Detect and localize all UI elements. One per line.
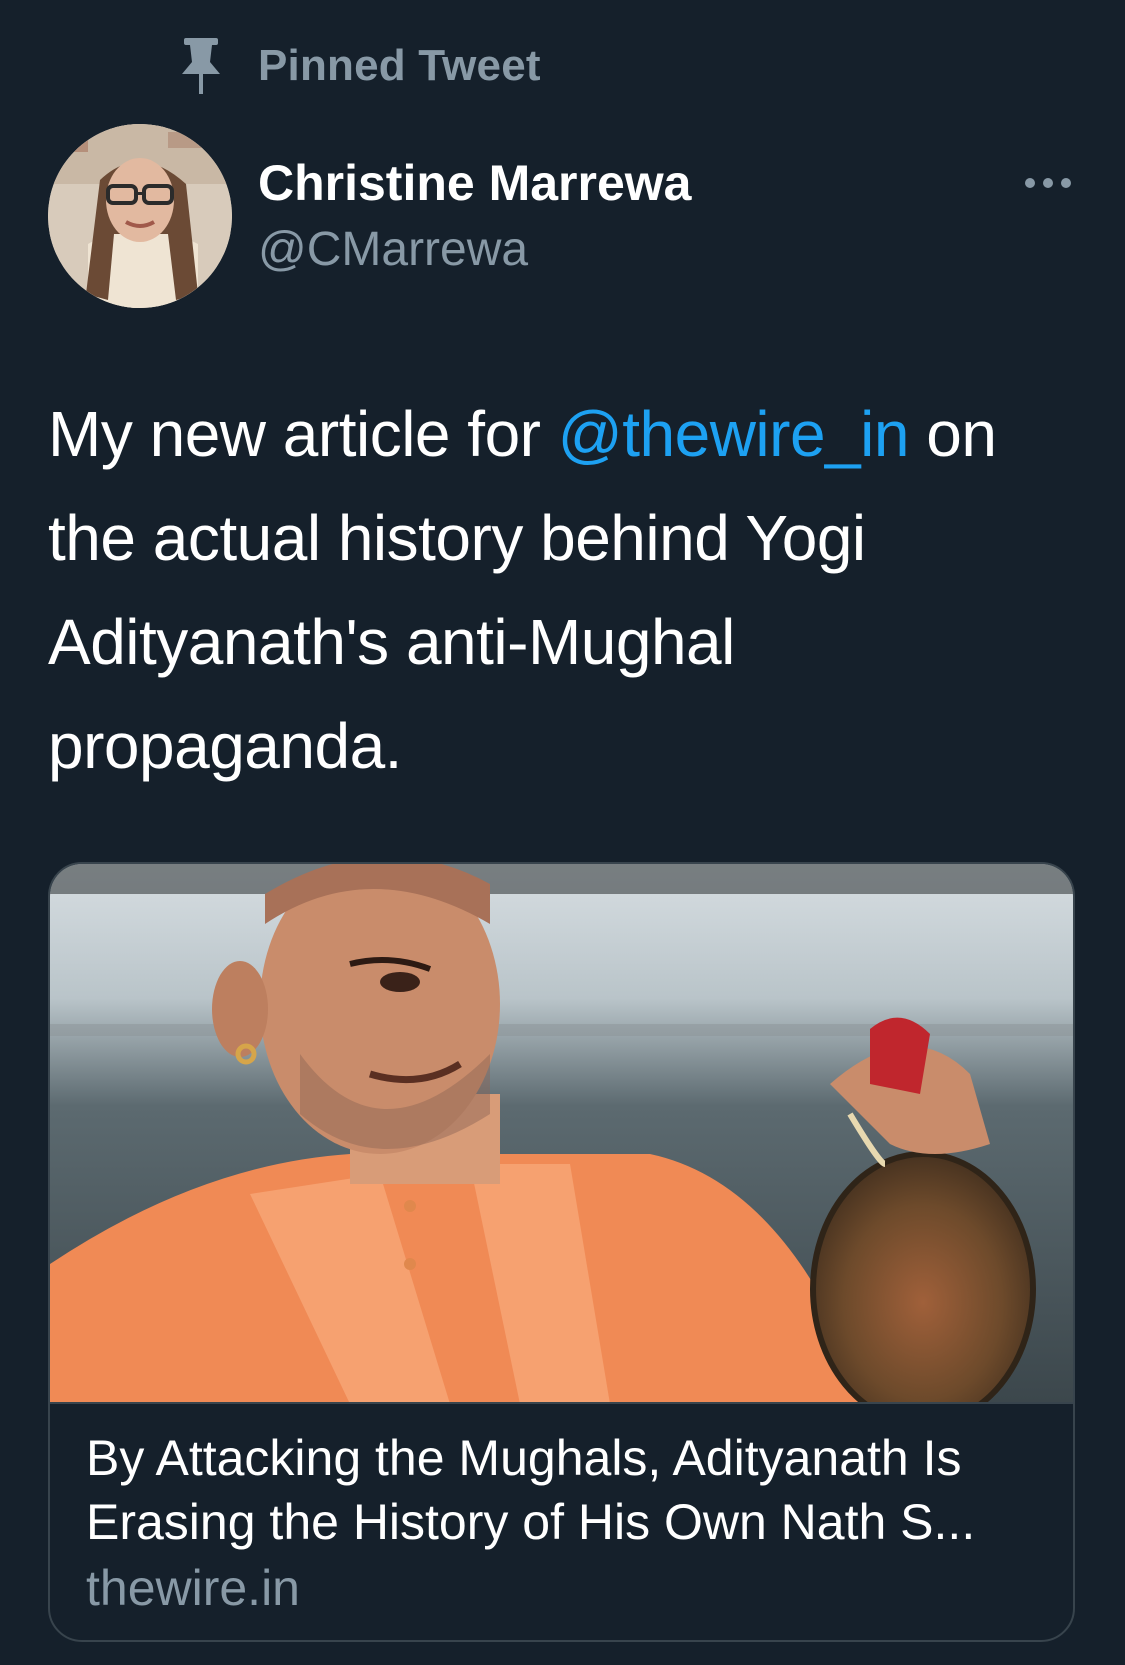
avatar[interactable] (48, 124, 232, 308)
pinned-tweet-indicator: Pinned Tweet (176, 36, 541, 96)
card-title: By Attacking the Mughals, Adityanath Is … (86, 1430, 976, 1550)
card-domain: thewire.in (86, 1560, 300, 1616)
pinned-tweet-label: Pinned Tweet (258, 41, 541, 90)
card-divider (50, 1402, 1073, 1404)
tweet-text: My new article for @thewire_in on the ac… (48, 382, 1088, 798)
more-options-icon-dot (1043, 178, 1053, 188)
more-options-button[interactable] (1025, 170, 1071, 196)
pin-icon (182, 38, 220, 94)
link-preview-card[interactable]: By Attacking the Mughals, Adityanath Is … (48, 862, 1075, 1642)
more-options-icon (1025, 178, 1035, 188)
tweet-text-intro: My new article for (48, 398, 558, 470)
more-options-icon-dot (1061, 178, 1071, 188)
mention-link[interactable]: @thewire_in (558, 398, 910, 470)
card-image (50, 864, 1073, 1402)
author-display-name[interactable]: Christine Marrewa (258, 154, 691, 212)
author-handle[interactable]: @CMarrewa (258, 222, 528, 278)
avatar-image (48, 124, 232, 308)
